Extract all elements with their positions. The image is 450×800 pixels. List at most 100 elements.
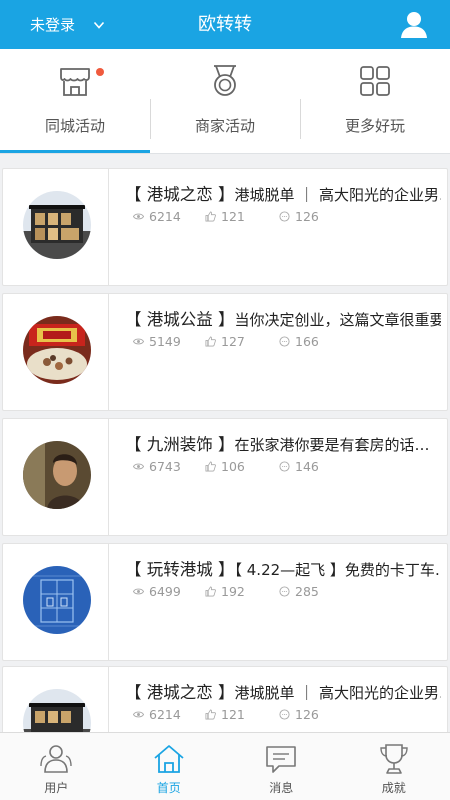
- views-stat: 6214: [133, 209, 205, 224]
- views-stat: 6499: [133, 584, 205, 599]
- comments-count: 166: [295, 334, 319, 349]
- likes-count: 121: [221, 209, 245, 224]
- avatar: [23, 566, 91, 634]
- item-stats: 6743 106 146: [133, 459, 319, 474]
- likes-count: 192: [221, 584, 245, 599]
- login-dropdown[interactable]: 未登录: [30, 0, 105, 49]
- avatar: [23, 191, 91, 259]
- tab-merchant-events[interactable]: 商家活动: [150, 49, 300, 154]
- views-count: 5149: [149, 334, 181, 349]
- views-stat: 6743: [133, 459, 205, 474]
- likes-count: 127: [221, 334, 245, 349]
- user-icon[interactable]: [398, 8, 430, 40]
- likes-stat: 106: [205, 459, 279, 474]
- likes-stat: 121: [205, 707, 279, 722]
- nav-users[interactable]: 用户: [0, 733, 113, 800]
- comment-icon: [279, 336, 290, 347]
- eye-icon: [133, 711, 144, 718]
- message-icon: [266, 746, 297, 773]
- thumbs-up-icon: [205, 211, 216, 222]
- comment-icon: [279, 211, 290, 222]
- list-item[interactable]: 【 玩转港城 】【 4.22—起飞 】免费的卡丁车… 6499 192 285: [2, 543, 448, 661]
- views-count: 6743: [149, 459, 181, 474]
- notification-dot: [96, 68, 104, 76]
- eye-icon: [133, 463, 144, 470]
- thumbnail-area: [3, 169, 109, 285]
- nav-label: 用户: [44, 781, 69, 795]
- comments-stat: 285: [279, 584, 319, 599]
- thumbnail-area: [3, 667, 109, 732]
- chevron-down-icon: [93, 21, 105, 29]
- avatar: [23, 689, 91, 732]
- list-item[interactable]: 【 港城公益 】当你决定创业，这篇文章很重要 5149 127 166: [2, 293, 448, 411]
- comment-icon: [279, 709, 290, 720]
- comment-icon: [279, 461, 290, 472]
- storefront-icon: [58, 64, 104, 98]
- item-stats: 6214 121 126: [133, 209, 319, 224]
- nav-label: 消息: [269, 781, 294, 795]
- avatar: [23, 316, 91, 384]
- tab-more-fun[interactable]: 更多好玩: [300, 49, 450, 154]
- comments-stat: 166: [279, 334, 319, 349]
- nav-label: 成就: [381, 781, 406, 795]
- likes-stat: 121: [205, 209, 279, 224]
- likes-stat: 127: [205, 334, 279, 349]
- grid-icon: [358, 64, 392, 98]
- trophy-icon: [380, 744, 408, 774]
- views-count: 6499: [149, 584, 181, 599]
- tab-divider: [300, 99, 301, 139]
- item-title: 【 九洲装饰 】在张家港你要是有套房的话…: [125, 435, 430, 454]
- nav-achievements[interactable]: 成就: [338, 733, 450, 800]
- event-list: 【 港城之恋 】港城脱单 ｜ 高大阳光的企业男… 6214 121 126 【 …: [0, 166, 450, 732]
- likes-count: 121: [221, 707, 245, 722]
- views-stat: 5149: [133, 334, 205, 349]
- item-stats: 5149 127 166: [133, 334, 319, 349]
- list-item[interactable]: 【 港城之恋 】港城脱单 ｜ 高大阳光的企业男… 6214 121 126: [2, 666, 448, 732]
- avatar: [23, 441, 91, 509]
- comments-stat: 146: [279, 459, 319, 474]
- item-title: 【 港城之恋 】港城脱单 ｜ 高大阳光的企业男…: [125, 683, 441, 702]
- thumbnail-area: [3, 294, 109, 410]
- users-icon: [40, 745, 72, 773]
- tab-divider: [150, 99, 151, 139]
- thumbs-up-icon: [205, 336, 216, 347]
- category-tabs: 同城活动 商家活动 更多好玩: [0, 49, 450, 154]
- thumbs-up-icon: [205, 709, 216, 720]
- views-stat: 6214: [133, 707, 205, 722]
- thumbnail-area: [3, 544, 109, 660]
- medal-icon: [208, 64, 242, 98]
- views-count: 6214: [149, 209, 181, 224]
- tab-local-events[interactable]: 同城活动: [0, 49, 150, 154]
- bottom-nav: 用户 首页 消息 成就: [0, 732, 450, 800]
- eye-icon: [133, 588, 144, 595]
- item-title: 【 港城之恋 】港城脱单 ｜ 高大阳光的企业男…: [125, 185, 441, 204]
- views-count: 6214: [149, 707, 181, 722]
- comments-stat: 126: [279, 209, 319, 224]
- comments-stat: 126: [279, 707, 319, 722]
- item-title: 【 玩转港城 】【 4.22—起飞 】免费的卡丁车…: [125, 560, 441, 579]
- comment-icon: [279, 586, 290, 597]
- item-stats: 6499 192 285: [133, 584, 319, 599]
- thumbs-up-icon: [205, 461, 216, 472]
- likes-count: 106: [221, 459, 245, 474]
- item-title: 【 港城公益 】当你决定创业，这篇文章很重要: [125, 310, 441, 329]
- tab-label: 同城活动: [44, 117, 105, 135]
- list-item[interactable]: 【 九洲装饰 】在张家港你要是有套房的话… 6743 106 146: [2, 418, 448, 536]
- thumbnail-area: [3, 419, 109, 535]
- divider: [0, 153, 450, 154]
- top-bar: 未登录 欧转转: [0, 0, 450, 49]
- nav-home[interactable]: 首页: [113, 733, 226, 800]
- likes-stat: 192: [205, 584, 279, 599]
- tab-label: 商家活动: [194, 117, 255, 135]
- nav-label: 首页: [156, 781, 181, 795]
- login-label: 未登录: [30, 16, 76, 34]
- list-item[interactable]: 【 港城之恋 】港城脱单 ｜ 高大阳光的企业男… 6214 121 126: [2, 168, 448, 286]
- item-stats: 6214 121 126: [133, 707, 319, 722]
- nav-messages[interactable]: 消息: [225, 733, 338, 800]
- tab-label: 更多好玩: [344, 117, 405, 135]
- thumbs-up-icon: [205, 586, 216, 597]
- comments-count: 126: [295, 707, 319, 722]
- comments-count: 146: [295, 459, 319, 474]
- comments-count: 285: [295, 584, 319, 599]
- eye-icon: [133, 338, 144, 345]
